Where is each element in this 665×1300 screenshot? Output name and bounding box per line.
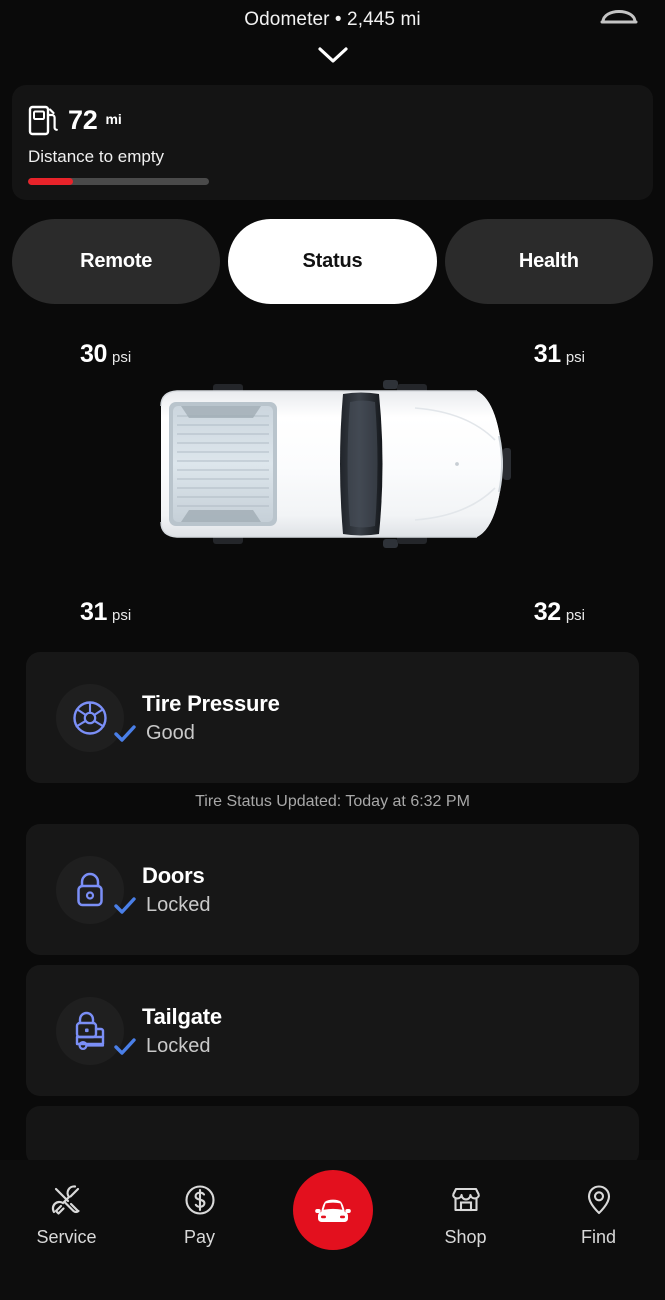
tire-pressure-front-right: 31 psi <box>534 340 585 369</box>
tab-remote[interactable]: Remote <box>12 219 221 304</box>
psi-unit: psi <box>565 349 585 366</box>
dollar-circle-icon <box>184 1185 215 1215</box>
checkmark-icon <box>114 725 136 742</box>
nav-label: Service <box>36 1227 97 1247</box>
psi-unit: psi <box>565 607 585 624</box>
status-card-tailgate[interactable]: Tailgate Locked <box>26 965 639 1096</box>
status-card-list: Tire Pressure Good Tire Status Updated: … <box>0 652 665 1176</box>
checkmark-icon <box>114 897 136 914</box>
fuel-distance-value: 72 <box>68 104 98 135</box>
card-status: Locked <box>146 893 211 916</box>
card-status: Good <box>146 721 195 744</box>
psi-unit: psi <box>112 349 132 366</box>
tab-health[interactable]: Health <box>444 219 653 304</box>
status-card-tire-pressure[interactable]: Tire Pressure Good <box>26 652 639 783</box>
fuel-value-row: 72 mi <box>28 103 637 137</box>
status-card-next-partial[interactable] <box>26 1106 639 1166</box>
pickup-truck-top-view-image <box>159 380 511 548</box>
tire-pressure-rear-left: 31 psi <box>80 598 131 627</box>
card-title: Tire Pressure <box>142 690 280 716</box>
card-text: Tailgate Locked <box>114 1003 222 1058</box>
fuel-label: Distance to empty <box>28 147 165 166</box>
nav-label: Find <box>580 1227 616 1247</box>
storefront-icon <box>451 1187 480 1212</box>
fuel-progress-track <box>28 178 209 185</box>
vehicle-home-button[interactable] <box>292 1170 373 1250</box>
psi-value: 30 <box>80 340 108 368</box>
nav-label: Shop <box>444 1227 487 1247</box>
tire-status-updated-text: Tire Status Updated: Today at 6:32 PM <box>195 793 470 810</box>
nav-item-pay[interactable]: Pay <box>133 1182 266 1248</box>
fuel-progress-fill <box>28 178 74 185</box>
tab-status[interactable]: Status <box>228 219 437 304</box>
card-title: Doors <box>142 862 205 888</box>
psi-unit: psi <box>112 607 132 624</box>
vehicle-roof-icon <box>597 0 641 26</box>
tire-pressure-rear-right: 32 psi <box>534 598 585 627</box>
tire-pressure-front-left: 30 psi <box>80 340 131 369</box>
car-front-icon <box>314 1199 351 1222</box>
header: Odometer • 2,445 mi <box>0 0 665 65</box>
nav-label: Pay <box>183 1227 216 1247</box>
vehicle-status-screen: Odometer • 2,445 mi 72 mi Distance to em… <box>0 0 665 1300</box>
card-status-row: Locked <box>112 894 211 917</box>
nav-item-service[interactable]: Service <box>0 1182 133 1248</box>
section-tabs: Remote Status Health <box>12 219 653 304</box>
nav-item-vehicle[interactable] <box>266 1170 399 1250</box>
nav-item-shop[interactable]: Shop <box>399 1182 532 1248</box>
location-pin-icon <box>587 1185 610 1215</box>
bottom-navigation-bar: Service Pay Shop Find <box>0 1160 665 1300</box>
card-status-row: Locked <box>112 1035 222 1058</box>
psi-value: 31 <box>80 598 108 626</box>
card-title: Tailgate <box>142 1003 222 1029</box>
nav-item-find[interactable]: Find <box>532 1182 665 1248</box>
collapse-chevron-button[interactable] <box>0 45 665 65</box>
psi-value: 31 <box>533 340 561 368</box>
fuel-pump-icon <box>28 105 58 136</box>
checkmark-icon <box>114 1038 136 1055</box>
card-text: Doors Locked <box>114 862 211 917</box>
chevron-down-icon <box>317 47 348 63</box>
distance-to-empty-card[interactable]: 72 mi Distance to empty <box>12 85 653 200</box>
psi-value: 32 <box>533 598 561 626</box>
tire-pressure-diagram: 30 psi 31 psi 31 psi 32 psi <box>0 318 665 626</box>
fuel-distance-unit: mi <box>105 110 122 127</box>
odometer-readout: Odometer • 2,445 mi <box>244 9 421 30</box>
card-status-row: Good <box>112 722 280 745</box>
status-card-doors[interactable]: Doors Locked <box>26 824 639 955</box>
wrench-screwdriver-icon <box>51 1185 80 1215</box>
card-status: Locked <box>146 1034 211 1057</box>
card-text: Tire Pressure Good <box>114 690 280 745</box>
